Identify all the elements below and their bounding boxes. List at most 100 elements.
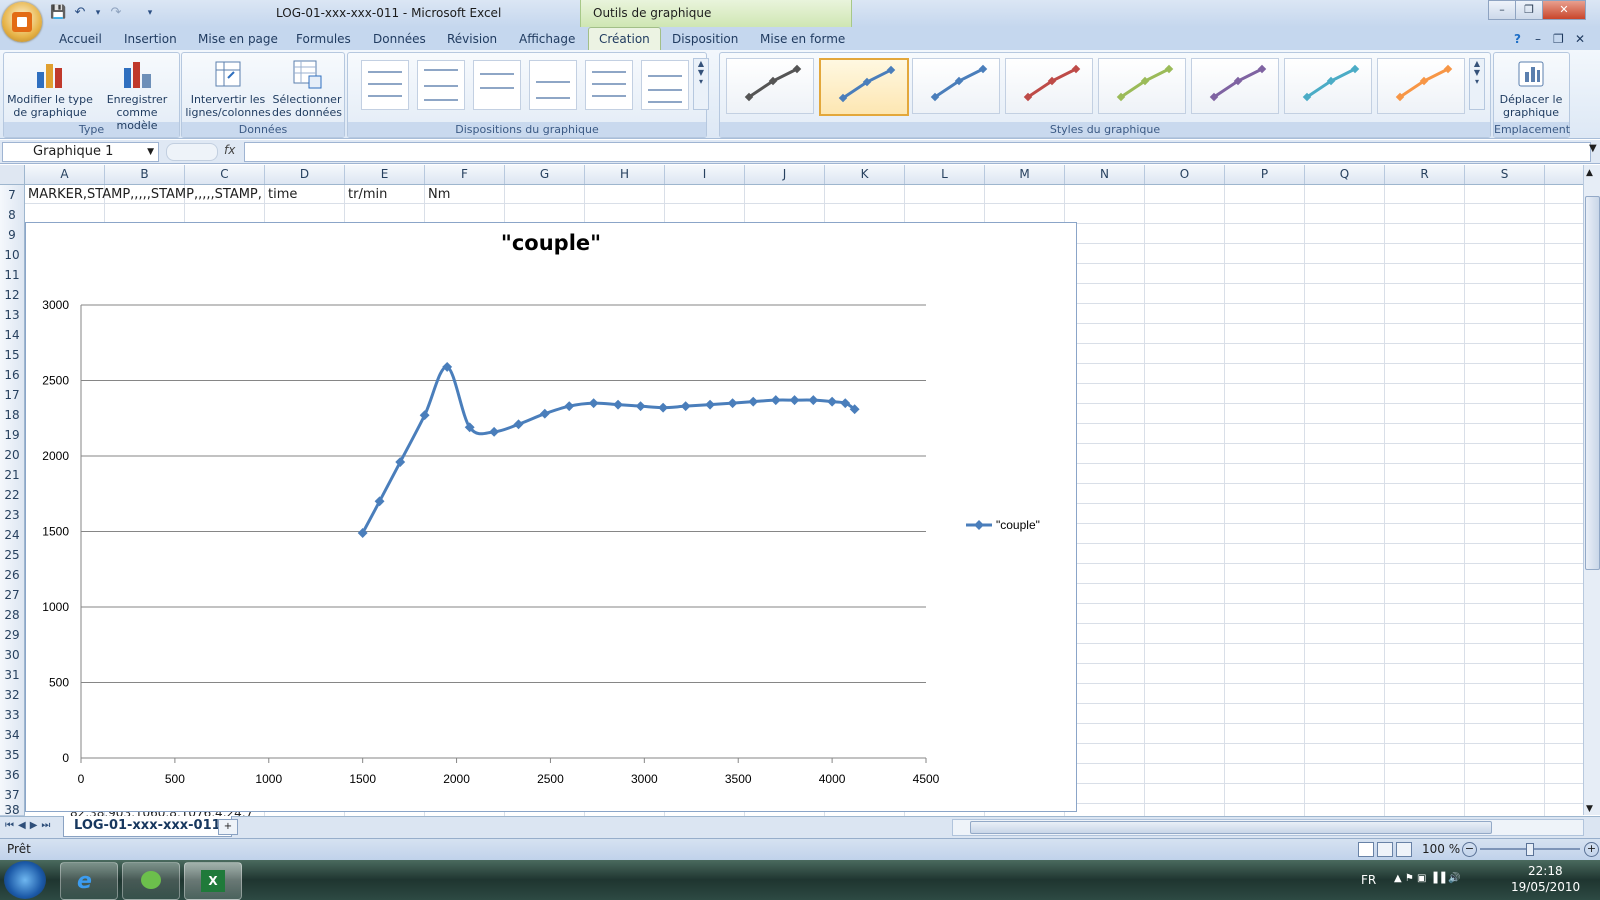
zoom-out-icon[interactable]: − [1462,842,1477,857]
row-header-24[interactable]: 24 [0,525,25,546]
scroll-down-icon[interactable]: ▼ [1586,804,1593,814]
row-header-29[interactable]: 29 [0,625,25,646]
save-as-template-button[interactable]: Enregistrer comme modèle [98,58,176,132]
data-point[interactable] [588,398,599,409]
undo-dropdown-icon[interactable]: ▾ [90,5,106,21]
column-header-b[interactable]: B [105,165,185,184]
column-header-m[interactable]: M [985,165,1065,184]
select-data-button[interactable]: Sélectionner des données [272,58,342,119]
customize-qat-icon[interactable]: ▾ [142,5,158,21]
layouts-more-icon[interactable]: ▲ ▼ ▾ [693,58,709,110]
insert-sheet-icon[interactable]: + [218,819,238,835]
cell-a7[interactable]: MARKER,STAMP,,,,,STAMP,,,,,STAMP, / [28,185,264,205]
chart-area[interactable]: "couple" 0 500 1000 1500 2000 2500 3000 0 500 100… [25,222,1077,812]
zoom-in-icon[interactable]: + [1584,842,1599,857]
zoom-slider-thumb[interactable] [1526,843,1534,856]
row-header-38[interactable]: 38 [0,805,25,816]
data-point[interactable] [770,395,781,406]
sheet-nav-icons[interactable]: ⏮◀▶⏭ [5,820,54,831]
minimize-button[interactable]: – [1488,0,1516,20]
tab-mise-en-page[interactable]: Mise en page [198,29,278,49]
data-point[interactable] [680,401,691,412]
page-break-view-icon[interactable] [1396,842,1412,857]
data-point[interactable] [419,410,430,421]
name-box[interactable]: Graphique 1 ▼ [2,142,159,162]
normal-view-icon[interactable] [1358,842,1374,857]
chart-style-7[interactable] [1284,58,1372,114]
column-header-o[interactable]: O [1145,165,1225,184]
vertical-scroll-thumb[interactable] [1585,196,1600,570]
taskbar-excel-icon[interactable]: X [184,862,242,900]
column-header-c[interactable]: C [185,165,265,184]
clock-time[interactable]: 22:18 [1528,864,1563,878]
column-header-d[interactable]: D [265,165,345,184]
save-icon[interactable]: 💾 [50,5,66,21]
select-all-button[interactable] [0,165,25,184]
maximize-button[interactable]: ❐ [1515,0,1543,20]
data-point[interactable] [727,398,738,409]
column-header-i[interactable]: I [665,165,745,184]
row-header-34[interactable]: 34 [0,725,25,746]
change-chart-type-button[interactable]: Modifier le type de graphique [6,58,94,119]
chart-style-6[interactable] [1191,58,1279,114]
language-indicator[interactable]: FR [1361,873,1376,887]
column-header-e[interactable]: E [345,165,425,184]
chart-style-8[interactable] [1377,58,1465,114]
row-header-26[interactable]: 26 [0,565,25,586]
name-box-dropdown-icon[interactable]: ▼ [147,143,154,161]
undo-icon[interactable]: ↶ [72,5,88,21]
scroll-up-icon[interactable]: ▲ [1586,168,1593,178]
chart-layout-6[interactable] [641,60,689,110]
legend-label[interactable]: "couple" [996,518,1040,532]
clock-date[interactable]: 19/05/2010 [1511,880,1580,894]
horizontal-scroll-thumb[interactable] [970,821,1492,834]
row-header-7[interactable]: 7 [0,185,25,206]
row-header-15[interactable]: 15 [0,345,25,366]
row-header-18[interactable]: 18 [0,405,25,426]
row-header-28[interactable]: 28 [0,605,25,626]
column-header-n[interactable]: N [1065,165,1145,184]
chart-style-1[interactable] [726,58,814,114]
zoom-level[interactable]: 100 % [1422,842,1460,856]
tab-donnees[interactable]: Données [373,29,426,49]
data-point[interactable] [564,401,575,412]
cell-e7[interactable]: tr/min [348,185,423,205]
data-point[interactable] [789,395,800,406]
row-header-13[interactable]: 13 [0,305,25,326]
row-header-32[interactable]: 32 [0,685,25,706]
switch-row-column-button[interactable]: Intervertir les lignes/colonnes [184,58,272,119]
row-header-25[interactable]: 25 [0,545,25,566]
row-header-33[interactable]: 33 [0,705,25,726]
office-button[interactable] [2,2,42,42]
chart-style-5[interactable] [1098,58,1186,114]
data-point[interactable] [513,419,524,430]
chart-style-3[interactable] [912,58,1000,114]
row-header-16[interactable]: 16 [0,365,25,386]
data-point[interactable] [613,399,623,410]
column-header-q[interactable]: Q [1305,165,1385,184]
ribbon-restore-icon[interactable]: ❐ [1553,29,1564,49]
row-header-22[interactable]: 22 [0,485,25,506]
chart-layout-2[interactable] [417,60,465,110]
column-header-r[interactable]: R [1385,165,1465,184]
row-header-27[interactable]: 27 [0,585,25,606]
tab-disposition[interactable]: Disposition [672,29,738,49]
expand-formula-icon[interactable]: ▼ [1589,143,1597,154]
styles-more-icon[interactable]: ▲ ▼ ▾ [1469,58,1485,110]
row-header-21[interactable]: 21 [0,465,25,486]
start-button[interactable] [4,861,46,899]
tab-accueil[interactable]: Accueil [59,29,102,49]
data-point[interactable] [705,399,716,410]
column-header-s[interactable]: S [1465,165,1545,184]
chart-layout-3[interactable] [473,60,521,110]
tab-affichage[interactable]: Affichage [519,29,575,49]
chart-style-4[interactable] [1005,58,1093,114]
move-chart-button[interactable]: Déplacer le graphique [1496,58,1566,119]
row-header-8[interactable]: 8 [0,205,25,226]
tab-mise-en-forme[interactable]: Mise en forme [760,29,845,49]
column-header-k[interactable]: K [825,165,905,184]
data-point[interactable] [489,426,500,437]
row-header-36[interactable]: 36 [0,765,25,786]
data-point[interactable] [635,401,646,412]
row-header-37[interactable]: 37 [0,785,25,806]
